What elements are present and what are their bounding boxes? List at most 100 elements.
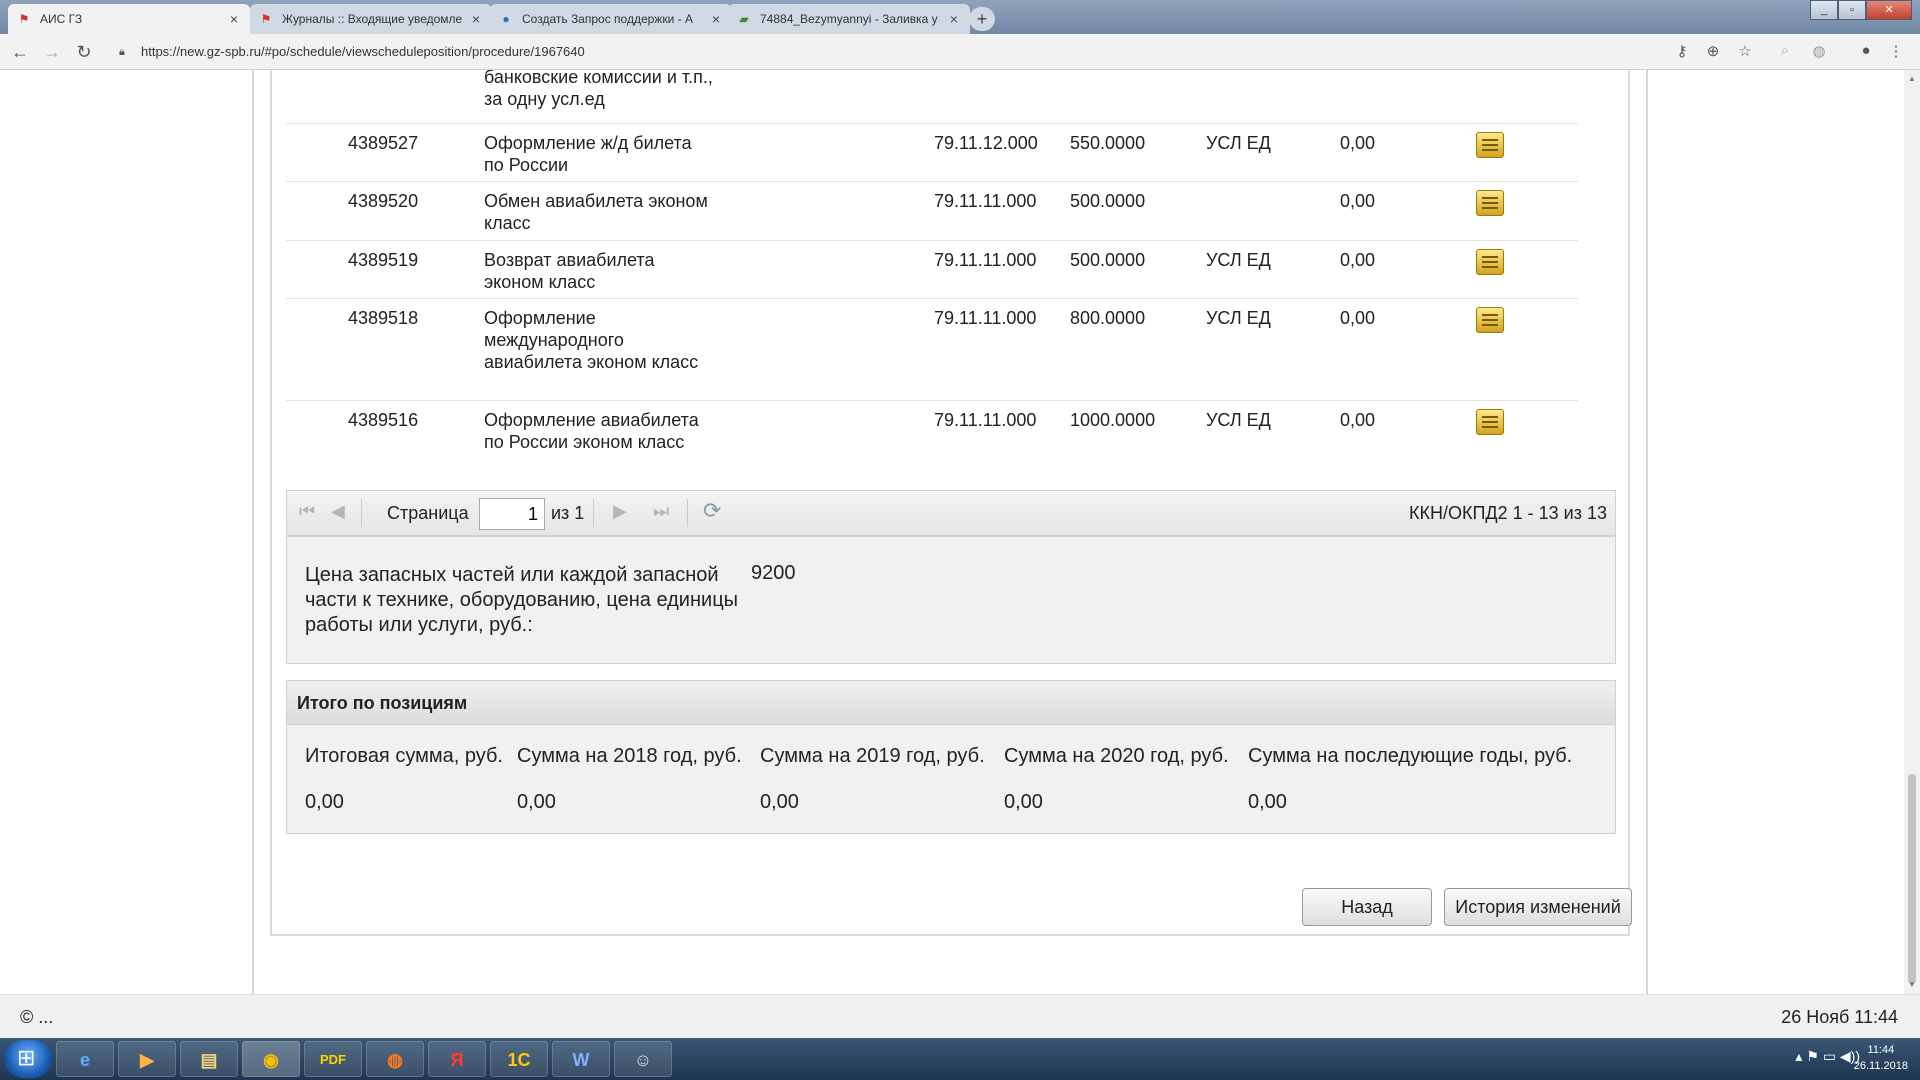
cell-code: 79.11.11.000 [934, 308, 1037, 328]
refresh-icon[interactable]: ⟳ [703, 498, 721, 524]
close-icon[interactable]: × [226, 11, 242, 27]
address-bar: ← → ↻ 🔒︎ https://new.gz-spb.ru/#po/sched… [0, 34, 1920, 70]
pdf-icon[interactable]: PDF [304, 1041, 362, 1077]
scroll-down-icon[interactable]: ▼ [1908, 980, 1916, 989]
tab-journals[interactable]: ⚑ Журналы :: Входящие уведомле × [250, 4, 492, 34]
browser-tab-bar: ⚑ АИС ГЗ × ⚑ Журналы :: Входящие уведомл… [0, 0, 1920, 34]
close-icon[interactable]: × [708, 11, 724, 27]
pager-info: ККН/ОКПД2 1 - 13 из 13 [1409, 503, 1607, 523]
firefox-icon[interactable]: ◍ [366, 1041, 424, 1077]
user-app-icon[interactable]: ☺ [614, 1041, 672, 1077]
document-icon[interactable] [1476, 249, 1506, 275]
year-2018-value: 0,00 [517, 791, 556, 813]
window-close-button[interactable]: ✕ [1866, 0, 1912, 20]
cell-id: 4389516 [348, 410, 419, 430]
maximize-button[interactable]: ▫ [1838, 0, 1866, 20]
totals-panel: Итого по позициям Итоговая сумма, руб. С… [286, 680, 1616, 834]
document-icon[interactable] [1476, 409, 1506, 435]
back-button[interactable]: Назад [1302, 888, 1432, 926]
first-page-icon[interactable]: ⏮ [299, 501, 315, 522]
url-field[interactable]: https://new.gz-spb.ru/#po/schedule/views… [141, 44, 585, 59]
year-2019-value: 0,00 [760, 791, 799, 813]
tab-support-request[interactable]: ● Создать Запрос поддержки - А × [490, 4, 732, 34]
divider [593, 499, 594, 527]
close-icon[interactable]: × [468, 11, 484, 27]
tab-bezymyannyi[interactable]: ▰ 74884_Bezymyannyi - Заливка у × [728, 4, 970, 34]
word-icon[interactable]: W [552, 1041, 610, 1077]
cell-id: 4389519 [348, 250, 419, 270]
system-tray[interactable]: ▴ ⚑ ▭ ◀)) [1795, 1048, 1860, 1065]
extension-icon[interactable]: ⌕ [1775, 42, 1795, 59]
extension-icon[interactable]: ◍ [1809, 42, 1829, 60]
cell-code: 79.11.11.000 [934, 250, 1037, 270]
tab-title: 74884_Bezymyannyi - Заливка у [760, 12, 938, 26]
page-scrollbar[interactable]: ▲ ▼ [1904, 70, 1920, 994]
back-arrow-icon[interactable]: ← [8, 40, 32, 64]
prev-page-icon[interactable]: ◀ [331, 501, 345, 522]
tab-ais-gz[interactable]: ⚑ АИС ГЗ × [8, 4, 250, 34]
scrollbar-thumb[interactable] [1908, 774, 1916, 984]
close-icon[interactable]: × [946, 11, 962, 27]
cell-name: Обмен авиабилета эконом класс [484, 191, 708, 233]
table-row[interactable]: 4389516 Оформление авиабилета по России … [286, 401, 1578, 487]
scroll-up-icon[interactable]: ▲ [1908, 74, 1916, 83]
cell-price: 550.0000 [1070, 133, 1146, 153]
cell-unit: УСЛ ЕД [1206, 308, 1271, 328]
table-row[interactable]: 4389518 Оформление международного авиаби… [286, 299, 1578, 401]
cell-code: 79.11.11.000 [934, 191, 1037, 211]
new-tab-button[interactable]: + [969, 7, 995, 31]
totals-title: Итого по позициям [287, 681, 1615, 725]
system-clock[interactable]: 11:44 26.11.2018 [1854, 1042, 1908, 1074]
document-icon[interactable] [1476, 307, 1506, 333]
table-row[interactable]: банковские комиссии и т.п., за одну усл.… [286, 70, 1578, 124]
next-page-icon[interactable]: ▶ [613, 501, 627, 522]
cell-name: Оформление ж/д билета по России [484, 133, 692, 175]
grid-pager: ⏮ ◀ Страница из 1 ▶ ⏭ ⟳ ККН/ОКПД2 1 - 13… [286, 490, 1616, 536]
table-row[interactable]: 4389519 Возврат авиабилета эконом класс … [286, 241, 1578, 299]
cell-sum: 0,00 [1340, 250, 1376, 270]
document-icon[interactable] [1476, 190, 1506, 216]
explorer-icon[interactable]: ▤ [180, 1041, 238, 1077]
reload-icon[interactable]: ↻ [72, 40, 96, 64]
cell-code: 79.11.12.000 [934, 133, 1038, 153]
status-bar: © ... 26 Нояб 11:44 [0, 994, 1920, 1038]
cell-id: 4389527 [348, 133, 419, 153]
document-icon[interactable] [1476, 132, 1506, 158]
cell-id: 4389518 [348, 308, 419, 328]
chrome-icon[interactable]: ◉ [242, 1041, 300, 1077]
ie-icon[interactable]: e [56, 1041, 114, 1077]
1c-icon[interactable]: 1С [490, 1041, 548, 1077]
media-player-icon[interactable]: ▶ [118, 1041, 176, 1077]
total-value: 0,00 [305, 791, 344, 813]
minimize-button[interactable]: _ [1810, 0, 1838, 20]
total-header: Итоговая сумма, руб. [305, 745, 503, 767]
later-years-value: 0,00 [1248, 791, 1287, 813]
last-page-icon[interactable]: ⏭ [653, 501, 669, 522]
cell-name: банковские комиссии и т.п., за одну усл.… [484, 70, 713, 109]
cell-price: 500.0000 [1070, 250, 1146, 270]
key-icon[interactable]: ⚷ [1672, 42, 1692, 60]
cell-sum: 0,00 [1340, 308, 1376, 328]
status-datetime: 26 Нояб 11:44 [1781, 1007, 1898, 1027]
year-2019-header: Сумма на 2019 год, руб. [760, 745, 985, 767]
bookmark-star-icon[interactable]: ☆ [1735, 42, 1755, 60]
forward-arrow-icon[interactable]: → [40, 40, 64, 64]
lock-icon: 🔒︎ [119, 46, 125, 58]
cell-sum: 0,00 [1340, 410, 1376, 430]
cell-name: Оформление международного авиабилета эко… [484, 308, 699, 372]
ais-icon: ⚑ [260, 12, 272, 26]
history-button[interactable]: История изменений [1444, 888, 1632, 926]
yandex-icon[interactable]: Я [428, 1041, 486, 1077]
page-number-input[interactable] [479, 498, 545, 530]
table-row[interactable]: 4389520 Обмен авиабилета эконом класс 79… [286, 182, 1578, 241]
start-button[interactable] [4, 1040, 52, 1078]
cell-sum: 0,00 [1340, 133, 1376, 153]
menu-icon[interactable]: ⋮ [1886, 42, 1906, 60]
cell-unit: УСЛ ЕД [1206, 250, 1271, 270]
cell-name: Оформление авиабилета по России эконом к… [484, 410, 699, 452]
later-years-header: Сумма на последующие годы, руб. [1248, 745, 1573, 767]
table-row[interactable]: 4389527 Оформление ж/д билета по России … [286, 124, 1578, 182]
account-icon[interactable]: ● [1856, 42, 1876, 59]
zoom-icon[interactable]: ⊕ [1703, 42, 1723, 60]
cell-name: Возврат авиабилета эконом класс [484, 250, 655, 292]
